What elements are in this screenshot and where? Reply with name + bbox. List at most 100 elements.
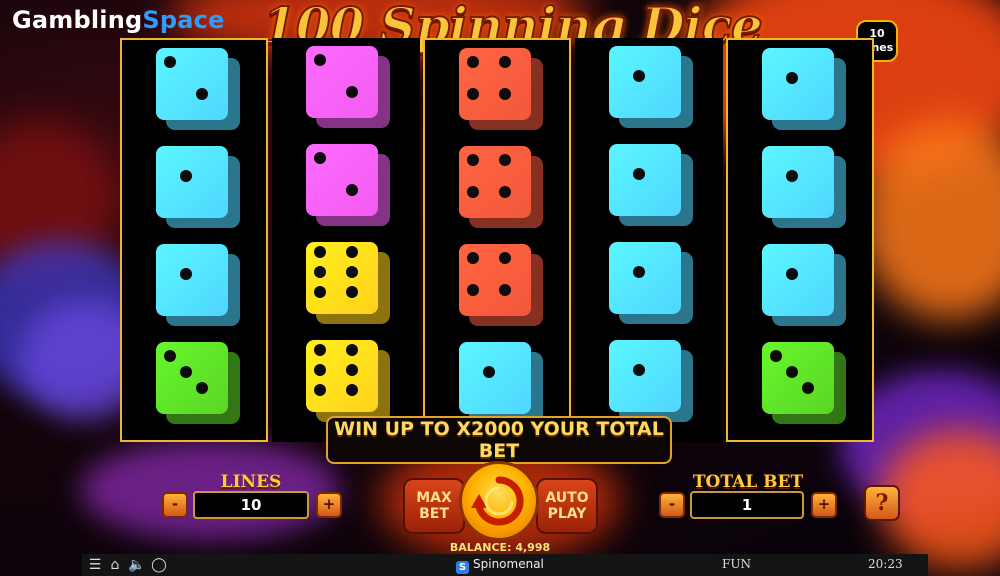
pip [314,344,326,356]
lines-plus-button[interactable]: + [316,492,342,518]
help-button[interactable]: ? [864,485,900,521]
total-bet-value: 1 [690,491,804,519]
pip [499,252,511,264]
pip [346,286,358,298]
die-blue-1 [609,340,693,422]
pip [346,246,358,258]
max-bet-button[interactable]: MAX BET [403,478,465,534]
pip [180,268,192,280]
pip [314,286,326,298]
pip [346,384,358,396]
pip [770,350,782,362]
pip [314,246,326,258]
die-blue-1 [609,242,693,324]
pip [633,70,645,82]
pip [346,184,358,196]
die-blue-2 [156,48,240,130]
lines-minus-button[interactable]: - [162,492,188,518]
bottom-bar: ☰ ⌂ 🔈 ◯ S Spinomenal FUN 20:23 [82,554,928,576]
pip [314,54,326,66]
autoplay-line2: PLAY [547,506,587,522]
provider-name: Spinomenal [473,557,544,571]
pip [314,266,326,278]
pip [786,170,798,182]
total-bet-label: TOTAL BET [692,472,804,492]
die-green-3 [156,342,240,424]
pip [467,154,479,166]
pip [467,186,479,198]
die-blue-1 [609,46,693,128]
lines-value: 10 [193,491,309,519]
pip [314,364,326,376]
die-blue-1 [762,48,846,130]
pip [196,382,208,394]
pip [180,366,192,378]
die-yellow-6 [306,340,390,422]
pip [346,344,358,356]
die-blue-1 [459,342,543,424]
die-blue-1 [156,244,240,326]
die-red-4 [459,244,543,326]
pip [499,284,511,296]
die-pink-2 [306,46,390,128]
reel-1 [120,38,268,442]
watermark-part1: Gambling [12,6,143,34]
provider-brand: S Spinomenal [456,557,544,574]
die-blue-1 [609,144,693,226]
pip [346,364,358,376]
pip [802,382,814,394]
play-mode: FUN [722,557,751,571]
spin-button[interactable] [459,461,539,541]
reel-5 [726,38,874,442]
pip [164,56,176,68]
win-banner: WIN UP TO X2000 YOUR TOTAL BET [326,416,672,464]
watermark-part2: Space [142,6,225,34]
pip [499,154,511,166]
pip [180,170,192,182]
pip [164,350,176,362]
menu-icon[interactable]: ☰ [86,556,104,574]
fast-spin-icon[interactable]: ◯ [150,556,168,574]
die-blue-1 [762,146,846,228]
gambling-space-watermark: GamblingSpace [12,6,225,34]
die-blue-1 [762,244,846,326]
balance-display: BALANCE: 4,998 [0,541,1000,554]
lines-label: LINES [220,472,282,492]
home-icon[interactable]: ⌂ [106,556,124,574]
sound-icon[interactable]: 🔈 [128,556,146,574]
die-green-3 [762,342,846,424]
pip [633,364,645,376]
die-red-4 [459,146,543,228]
balance-label: BALANCE: [449,541,512,554]
pip [786,268,798,280]
pip [499,56,511,68]
pip [467,252,479,264]
reels-area [120,38,878,442]
reel-4 [575,38,723,442]
pip [786,72,798,84]
spinomenal-logo-icon: S [456,561,469,574]
die-yellow-6 [306,242,390,324]
total-bet-plus-button[interactable]: + [811,492,837,518]
pip [633,266,645,278]
die-blue-1 [156,146,240,228]
clock: 20:23 [868,557,903,571]
spin-arrows-icon [471,476,524,526]
pip [467,88,479,100]
pip [314,152,326,164]
autoplay-button[interactable]: AUTO PLAY [536,478,598,534]
balance-value: 4,998 [515,541,551,554]
pip [499,186,511,198]
max-bet-line1: MAX [416,490,452,506]
die-pink-2 [306,144,390,226]
reel-3 [423,38,571,442]
pip [499,88,511,100]
pip [314,384,326,396]
pip [346,86,358,98]
pip [467,284,479,296]
autoplay-line1: AUTO [545,490,589,506]
pip [483,366,495,378]
pip [633,168,645,180]
total-bet-minus-button[interactable]: - [659,492,685,518]
pip [346,266,358,278]
